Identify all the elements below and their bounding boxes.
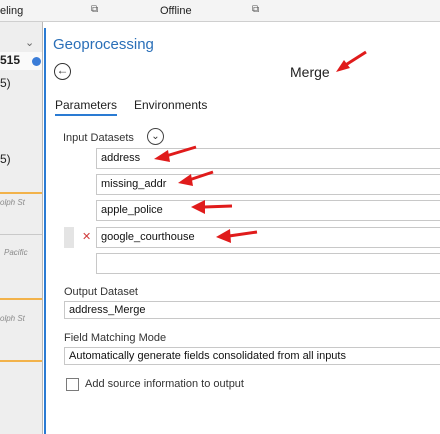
chevron-down-icon[interactable]: ⌄ [25, 36, 34, 49]
map-road [0, 360, 42, 362]
row-drag-handle[interactable] [64, 227, 74, 248]
map-label-paren: 5) [0, 76, 11, 90]
field-matching-select[interactable]: Automatically generate fields consolidat… [64, 347, 440, 365]
input-dataset-field[interactable]: apple_police [96, 200, 440, 221]
info-dot-icon [32, 57, 41, 66]
tab-parameters[interactable]: Parameters [55, 98, 118, 116]
annotation-arrow-icon [154, 145, 197, 162]
road-label: olph St [0, 314, 25, 323]
annotation-arrow-icon [178, 170, 214, 186]
input-datasets-label: Input Datasets [63, 132, 134, 144]
map-road [0, 298, 42, 300]
input-dataset-empty-field[interactable] [96, 253, 440, 274]
road-label: Pacific [4, 248, 28, 257]
back-arrow-icon[interactable]: ← [54, 63, 71, 80]
input-dataset-field[interactable]: google_courthouse [96, 227, 440, 248]
top-tab-strip: eling ⧉ Offline ⧉ [0, 0, 440, 22]
tab-environments[interactable]: Environments [134, 98, 207, 112]
annotation-arrow-icon [336, 50, 367, 72]
map-label-number: 515 [0, 53, 21, 67]
tool-name: Merge [290, 64, 330, 80]
pin-icon[interactable]: ⧉ [252, 5, 262, 15]
map-road [0, 234, 42, 235]
annotation-arrow-icon [216, 229, 258, 243]
map-label-paren-2: 5) [0, 152, 11, 166]
output-dataset-label: Output Dataset [64, 286, 138, 298]
input-dataset-field[interactable]: address [96, 148, 440, 169]
road-label: olph St [0, 198, 25, 207]
remove-row-icon[interactable]: ✕ [82, 231, 91, 243]
add-source-checkbox[interactable] [66, 378, 79, 391]
field-matching-label: Field Matching Mode [64, 332, 167, 344]
chevron-down-icon[interactable]: ⌄ [147, 128, 164, 145]
pane-title: Geoprocessing [53, 36, 154, 53]
add-source-label[interactable]: Add source information to output [85, 378, 244, 390]
pin-icon[interactable]: ⧉ [91, 5, 101, 15]
input-dataset-field[interactable]: missing_addr [96, 174, 440, 195]
annotation-arrow-icon [191, 200, 233, 214]
offline-label[interactable]: Offline [160, 5, 192, 17]
map-road [0, 192, 42, 194]
output-dataset-field[interactable]: address_Merge [64, 301, 440, 319]
tab-fragment-label[interactable]: eling [0, 5, 23, 17]
map-view[interactable]: ⌄ 515 5) 5) olph St Pacific olph St [0, 22, 43, 434]
